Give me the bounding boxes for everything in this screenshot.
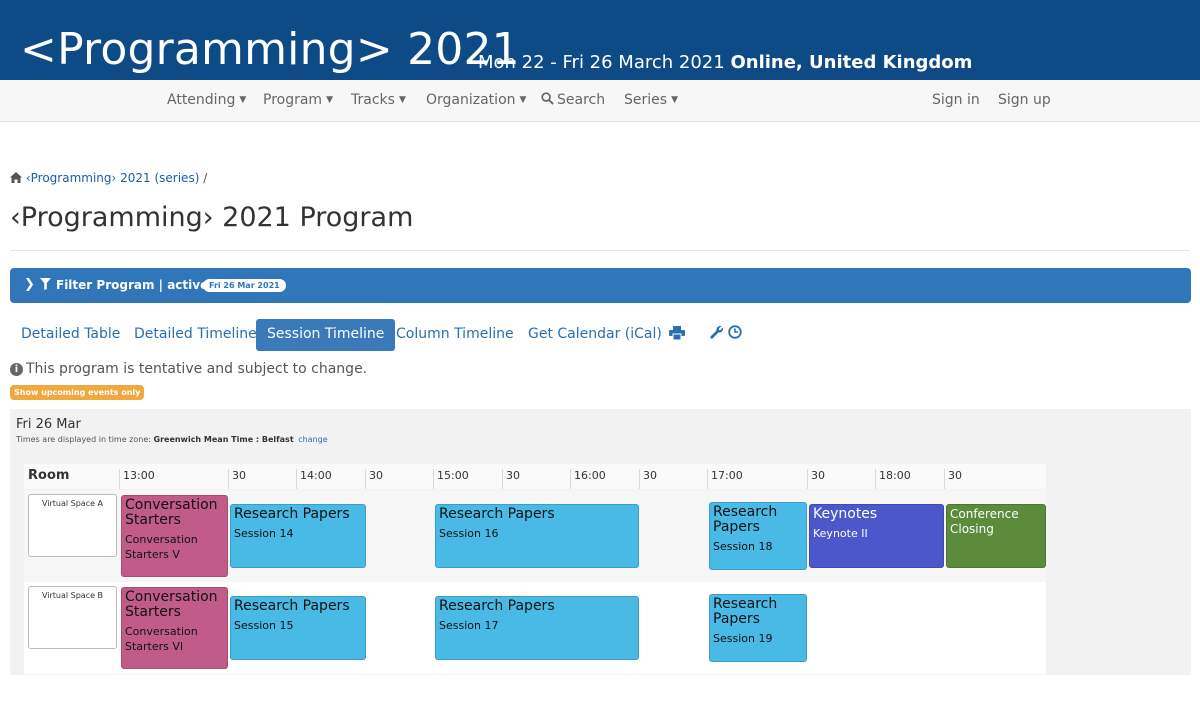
breadcrumb: ‹Programming› 2021 (series) / — [10, 171, 207, 185]
time-tick: 15:00 — [433, 469, 469, 489]
nav-search[interactable]: Search — [541, 92, 605, 108]
filter-program-bar[interactable]: ❯ Filter Program | active: Fri 26 Mar 20… — [10, 268, 1191, 303]
timezone-prefix: Times are displayed in time zone: — [16, 435, 151, 444]
filter-icon — [40, 278, 51, 290]
tab-get-calendar[interactable]: Get Calendar (iCal) — [517, 319, 673, 351]
session-card[interactable]: Research Papers Session 18 — [709, 502, 807, 570]
nav-organization[interactable]: Organization ▼ — [426, 92, 526, 108]
session-card[interactable]: Keynotes Keynote II — [809, 504, 944, 568]
tentative-notice-text: This program is tentative and subject to… — [26, 361, 368, 377]
clock-icon[interactable] — [728, 325, 742, 339]
session-subtitle: Session 14 — [234, 527, 294, 540]
page-title: ‹Programming› 2021 Program — [10, 202, 414, 233]
session-card[interactable]: Conference Closing — [946, 504, 1046, 568]
sign-up-link[interactable]: Sign up — [998, 92, 1051, 108]
session-title: Conference Closing — [950, 507, 1019, 536]
session-subtitle: Session 19 — [713, 632, 773, 645]
session-subtitle: Keynote II — [813, 527, 868, 540]
timezone-name: Greenwich Mean Time : Belfast — [153, 435, 294, 444]
site-title[interactable]: <Programming> 2021 — [20, 24, 520, 75]
timezone-line: Times are displayed in time zone: Greenw… — [16, 435, 328, 444]
session-title: Conversation Starters — [125, 589, 218, 620]
time-tick: 30 — [639, 469, 657, 489]
session-subtitle: Session 18 — [713, 540, 773, 553]
session-card[interactable]: Research Papers Session 15 — [230, 596, 366, 660]
time-tick: 30 — [502, 469, 520, 489]
caret-down-icon: ▼ — [519, 95, 527, 105]
nav-program-label: Program — [263, 92, 323, 108]
nav-program[interactable]: Program ▼ — [263, 92, 333, 108]
event-date-range: Mon 22 - Fri 26 March 2021 — [478, 52, 725, 73]
room-column-header: Room — [28, 468, 70, 483]
day-title: Fri 26 Mar — [16, 417, 81, 432]
session-card[interactable]: Research Papers Session 14 — [230, 504, 366, 568]
search-icon — [541, 92, 554, 105]
session-title: Research Papers — [439, 598, 555, 614]
session-subtitle: Session 17 — [439, 619, 499, 632]
session-title: Keynotes — [813, 506, 878, 522]
timezone-change-link[interactable]: change — [298, 435, 327, 444]
chevron-right-icon: ❯ — [24, 277, 35, 292]
home-icon[interactable] — [10, 172, 22, 183]
room-label: Virtual Space A — [28, 494, 117, 557]
session-subtitle: Session 16 — [439, 527, 499, 540]
active-filter-badge[interactable]: Fri 26 Mar 2021 — [203, 279, 286, 292]
site-header: <Programming> 2021 Mon 22 - Fri 26 March… — [0, 0, 1200, 80]
session-subtitle: Conversation Starters VI — [125, 625, 198, 653]
breadcrumb-series-link[interactable]: ‹Programming› 2021 (series) — [26, 171, 200, 185]
nav-attending-label: Attending — [167, 92, 236, 108]
wrench-icon[interactable] — [710, 325, 724, 339]
session-card[interactable]: Research Papers Session 17 — [435, 596, 639, 660]
time-tick: 30 — [807, 469, 825, 489]
session-title: Research Papers — [713, 596, 778, 627]
caret-down-icon: ▼ — [671, 95, 678, 105]
nav-series-label: Series — [624, 92, 668, 108]
nav-tracks-label: Tracks — [351, 92, 395, 108]
sign-in-link[interactable]: Sign in — [932, 92, 980, 108]
time-tick: 18:00 — [875, 469, 911, 489]
tab-detailed-timeline[interactable]: Detailed Timeline — [123, 319, 268, 351]
session-title: Conversation Starters — [125, 497, 218, 528]
tab-session-timeline[interactable]: Session Timeline — [256, 319, 396, 351]
time-tick: 30 — [944, 469, 962, 489]
tab-detailed-table[interactable]: Detailed Table — [10, 319, 131, 351]
time-tick: 16:00 — [570, 469, 606, 489]
time-tick: 30 — [228, 469, 246, 489]
session-title: Research Papers — [234, 506, 350, 522]
nav-search-label: Search — [557, 92, 606, 108]
tab-column-timeline[interactable]: Column Timeline — [385, 319, 525, 351]
time-tick: 13:00 — [119, 469, 155, 489]
main-navbar: Attending ▼ Program ▼ Tracks ▼ Organization… — [0, 80, 1200, 122]
time-tick: 14:00 — [296, 469, 332, 489]
caret-down-icon: ▼ — [326, 95, 333, 105]
info-icon: i — [10, 363, 23, 376]
breadcrumb-separator: / — [203, 171, 208, 185]
tentative-notice: i This program is tentative and subject t… — [10, 361, 367, 377]
session-subtitle: Session 15 — [234, 619, 294, 632]
caret-down-icon: ▼ — [398, 95, 406, 105]
title-divider — [10, 250, 1190, 251]
print-icon[interactable] — [669, 326, 685, 340]
filter-label: Filter Program | active: — [56, 278, 214, 292]
show-upcoming-button[interactable]: Show upcoming events only — [10, 385, 145, 400]
nav-organization-label: Organization — [426, 92, 516, 108]
room-label: Virtual Space B — [28, 586, 117, 649]
nav-attending[interactable]: Attending ▼ — [167, 92, 246, 108]
session-card[interactable]: Research Papers Session 19 — [709, 594, 807, 662]
session-card[interactable]: Conversation Starters Conversation Start… — [121, 587, 228, 669]
time-tick: 30 — [365, 469, 383, 489]
session-subtitle: Conversation Starters V — [125, 533, 198, 561]
event-location: Online, United Kingdom — [730, 52, 973, 73]
session-card[interactable]: Research Papers Session 16 — [435, 504, 639, 568]
nav-series[interactable]: Series ▼ — [624, 92, 678, 108]
session-title: Research Papers — [713, 504, 778, 535]
session-title: Research Papers — [234, 598, 350, 614]
event-dates: Mon 22 - Fri 26 March 2021 Online, Unite… — [478, 52, 972, 73]
session-title: Research Papers — [439, 506, 555, 522]
caret-down-icon: ▼ — [239, 95, 247, 105]
nav-tracks[interactable]: Tracks ▼ — [351, 92, 406, 108]
time-tick: 17:00 — [707, 469, 743, 489]
session-card[interactable]: Conversation Starters Conversation Start… — [121, 495, 228, 577]
